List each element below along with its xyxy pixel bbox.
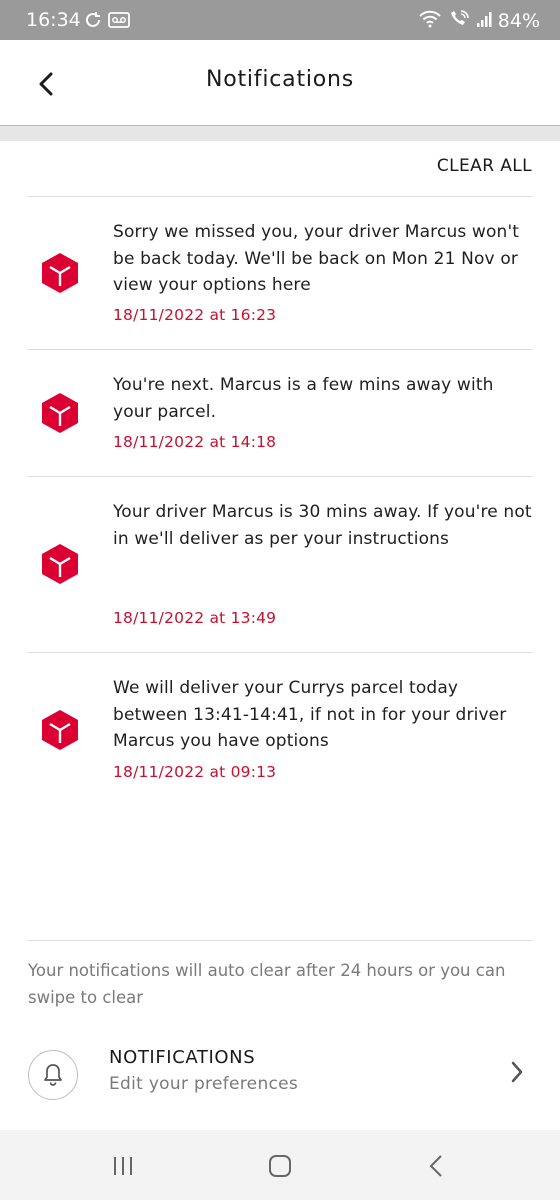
home-button[interactable] — [260, 1152, 300, 1180]
notification-timestamp: 18/11/2022 at 13:49 — [113, 609, 277, 627]
header-separator — [0, 126, 560, 141]
notification-timestamp: 18/11/2022 at 14:18 — [113, 433, 277, 451]
home-icon — [269, 1155, 291, 1177]
recent-apps-icon — [114, 1157, 132, 1175]
notification-item[interactable]: You're next. Marcus is a few mins away w… — [28, 350, 532, 476]
notification-item[interactable]: Sorry we missed you, your driver Marcus … — [28, 197, 532, 349]
chevron-right-icon — [511, 1061, 523, 1083]
notification-preferences-row[interactable]: NOTIFICATIONS Edit your preferences — [28, 1038, 532, 1110]
notification-item[interactable]: Your driver Marcus is 30 mins away. If y… — [28, 477, 532, 652]
system-nav-bar — [0, 1130, 560, 1200]
page-title: Notifications — [205, 67, 355, 92]
wifi-calling-icon — [448, 9, 470, 33]
status-bar: 16:34 84% — [0, 0, 560, 40]
voicemail-icon — [108, 12, 130, 32]
bell-icon-circle — [28, 1050, 78, 1100]
status-time: 16:34 — [26, 9, 81, 31]
parcel-box-icon — [42, 393, 78, 433]
signal-icon — [476, 10, 492, 32]
sync-icon — [84, 11, 102, 33]
preferences-title: NOTIFICATIONS — [109, 1047, 256, 1068]
notification-text: You're next. Marcus is a few mins away w… — [113, 375, 494, 422]
notification-text: Your driver Marcus is 30 mins away. If y… — [113, 502, 532, 549]
notification-timestamp: 18/11/2022 at 16:23 — [113, 306, 277, 324]
notification-item[interactable]: We will deliver your Currys parcel today… — [28, 653, 532, 803]
divider — [28, 940, 532, 941]
notification-text: We will deliver your Currys parcel today… — [113, 678, 507, 751]
auto-clear-note: Your notifications will auto clear after… — [28, 961, 506, 1007]
wifi-icon — [418, 10, 442, 32]
parcel-box-icon — [42, 710, 78, 750]
recent-apps-button[interactable] — [103, 1152, 143, 1180]
clear-all-button[interactable]: CLEAR ALL — [437, 156, 532, 176]
notification-timestamp: 18/11/2022 at 09:13 — [113, 763, 277, 781]
back-icon — [429, 1155, 442, 1177]
notification-text: Sorry we missed you, your driver Marcus … — [113, 222, 520, 295]
preferences-subtitle: Edit your preferences — [109, 1074, 299, 1094]
parcel-box-icon — [42, 544, 78, 584]
bell-icon — [44, 1064, 62, 1086]
parcel-box-icon — [42, 253, 78, 293]
nav-back-button[interactable] — [416, 1152, 456, 1180]
status-right-group: 84% — [418, 9, 540, 33]
battery-percent: 84% — [497, 10, 540, 32]
app-header: Notifications — [0, 40, 560, 126]
